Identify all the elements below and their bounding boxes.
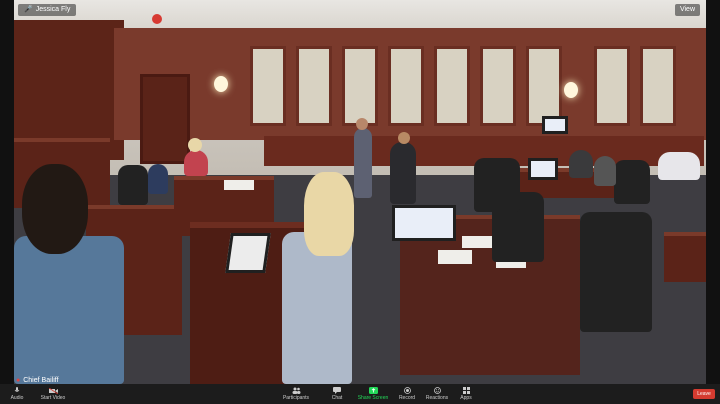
wall-panel (480, 46, 516, 126)
wall-lamp (564, 82, 578, 98)
share-screen-icon (368, 387, 378, 394)
participants-button[interactable]: Participants (282, 384, 310, 404)
microphone-muted-icon: 🎤 (24, 6, 33, 13)
person-head (398, 132, 410, 144)
attorney-hair (304, 172, 354, 256)
person-head (188, 138, 202, 152)
defendant-head (22, 164, 88, 254)
wall-panel (526, 46, 562, 126)
laptop-screen (392, 205, 456, 241)
chat-button[interactable]: Chat (326, 384, 348, 404)
chat-icon (333, 387, 342, 394)
person-standing (354, 128, 372, 198)
reactions-button[interactable]: Reactions (424, 384, 450, 404)
recording-indicator-icon (152, 14, 162, 24)
wall-panel (388, 46, 424, 126)
video-camera-icon (48, 387, 58, 394)
wall-panel (594, 46, 630, 126)
record-icon (403, 387, 412, 394)
audio-button[interactable]: Audio (6, 384, 28, 404)
participants-icon (292, 387, 301, 394)
record-button[interactable]: Record (396, 384, 418, 404)
wall-panel (296, 46, 332, 126)
apps-icon (462, 387, 471, 394)
monitor (542, 116, 568, 134)
spectators (658, 152, 700, 180)
person-seated (184, 150, 208, 176)
courtroom-door (140, 74, 190, 164)
defendant-foreground (14, 236, 124, 384)
person-standing (390, 142, 416, 204)
wall-panel (342, 46, 378, 126)
desk (664, 232, 706, 282)
microphone-icon (13, 387, 22, 394)
wall-panel (640, 46, 676, 126)
document (438, 250, 472, 264)
meeting-toolbar: Audio Start Video Participants Chat Shar… (0, 384, 720, 404)
person-seated (569, 150, 593, 178)
chair (614, 160, 650, 204)
leather-chair (474, 158, 520, 212)
leather-chair (580, 212, 652, 332)
monitor (528, 158, 558, 180)
participant-name-tag: 🎤 Jessica Fly (18, 4, 77, 16)
document (224, 180, 254, 190)
person-head (356, 118, 368, 130)
share-screen-button[interactable]: Share Screen (356, 384, 390, 404)
reactions-icon (433, 387, 442, 394)
wall-panel (250, 46, 286, 126)
active-speaker-label: ● Chief Bailiff (16, 377, 59, 384)
leave-meeting-button[interactable]: Leave (693, 389, 715, 399)
start-video-button[interactable]: Start Video (38, 384, 68, 404)
video-feed[interactable] (14, 0, 706, 384)
podium-laptop (225, 233, 271, 273)
person-seated (594, 156, 616, 186)
chair (118, 165, 148, 205)
meeting-window: 🎤 Jessica Fly View ● Chief Bailiff Audio… (0, 0, 720, 404)
apps-button[interactable]: Apps (456, 384, 476, 404)
microphone-icon: ● (16, 377, 21, 384)
view-button[interactable]: View (674, 4, 700, 16)
wall-panel (434, 46, 470, 126)
person-seated (148, 164, 168, 194)
wall-lamp (214, 76, 228, 92)
